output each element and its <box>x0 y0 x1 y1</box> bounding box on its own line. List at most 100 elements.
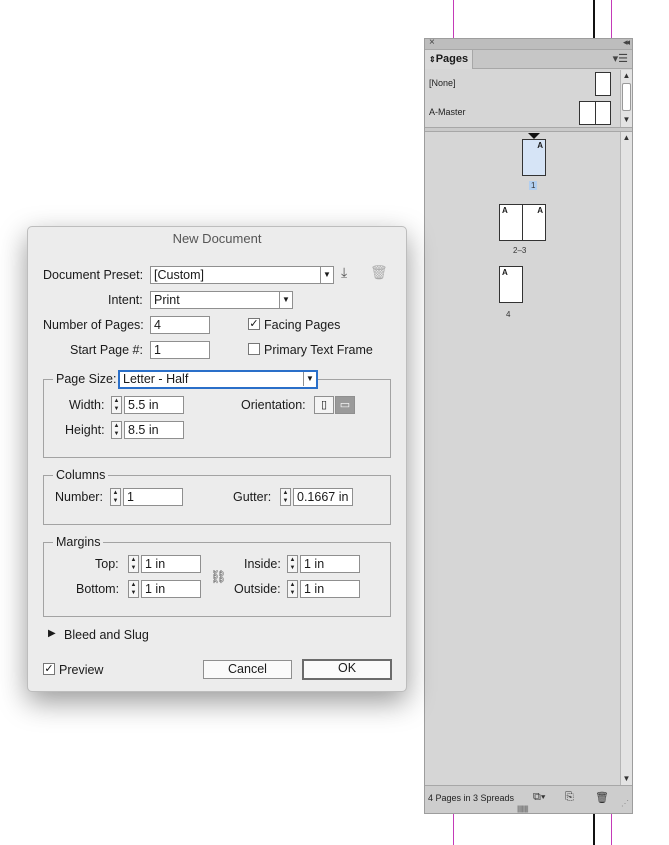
close-icon[interactable]: × <box>429 37 435 48</box>
master-a[interactable]: A-Master <box>425 99 619 127</box>
top-field[interactable]: 1 in <box>141 555 201 573</box>
master-label: A-Master <box>429 107 466 117</box>
bleed-slug-toggle[interactable]: Bleed and Slug <box>64 628 149 642</box>
intent-value: Print <box>154 293 180 307</box>
outside-field[interactable]: 1 in <box>300 580 360 598</box>
outside-label: Outside: <box>234 582 281 596</box>
master-none-thumb[interactable] <box>595 72 611 96</box>
page-2-thumb[interactable]: A <box>499 204 523 241</box>
outside-stepper[interactable]: ▲ ▼ <box>287 580 298 598</box>
scroll-down-icon[interactable]: ▼ <box>621 773 632 785</box>
page-1-thumb[interactable]: A <box>522 139 546 176</box>
new-page-icon[interactable]: ⎘ <box>565 791 574 804</box>
preset-select[interactable]: [Custom] ▼ <box>150 266 334 284</box>
portrait-icon[interactable]: ▯ <box>314 396 334 414</box>
height-field[interactable]: 8.5 in <box>124 421 184 439</box>
page-4-master: A <box>502 268 508 277</box>
sort-arrows-icon: ⇕ <box>429 55 436 64</box>
page-2-master: A <box>502 206 508 215</box>
start-page-field[interactable]: 1 <box>150 341 210 359</box>
page-size-value: Letter - Half <box>123 372 189 386</box>
number-label: Number: <box>55 490 103 504</box>
chevron-down-icon[interactable]: ▼ <box>279 292 292 308</box>
preset-label: Document Preset: <box>43 268 144 282</box>
disclosure-triangle-icon[interactable]: ▶ <box>48 628 56 639</box>
bottom-field[interactable]: 1 in <box>141 580 201 598</box>
landscape-icon[interactable]: ▭ <box>335 396 355 414</box>
facing-pages-label: Facing Pages <box>264 318 341 332</box>
scroll-up-icon[interactable]: ▲ <box>621 70 632 82</box>
ok-button[interactable]: OK <box>302 659 392 680</box>
primary-text-frame-label: Primary Text Frame <box>264 343 373 357</box>
gutter-stepper[interactable]: ▲ ▼ <box>280 488 291 506</box>
top-label: Top: <box>95 557 119 571</box>
page-1-number[interactable]: 1 <box>529 181 538 190</box>
page-4-thumb[interactable]: A <box>499 266 523 303</box>
margins-title: Margins <box>53 535 104 549</box>
page-3-master: A <box>537 206 543 215</box>
inside-label: Inside: <box>244 557 281 571</box>
panel-footer: 4 Pages in 3 Spreads ⧉▾ ⎘ 🗑 ||||||||||||… <box>425 785 632 813</box>
inside-stepper[interactable]: ▲ ▼ <box>287 555 298 573</box>
pages-area: A 1 A A 2–3 A 4 <box>425 132 619 786</box>
inside-field[interactable]: 1 in <box>300 555 360 573</box>
facing-pages-checkbox[interactable]: ✓ <box>248 318 260 330</box>
new-document-dialog: New Document Document Preset: [Custom] ▼… <box>27 226 407 692</box>
tab-pages[interactable]: ⇕Pages <box>425 50 473 69</box>
dialog-title: New Document <box>172 231 262 246</box>
width-field[interactable]: 5.5 in <box>124 396 184 414</box>
gutter-field[interactable]: 0.1667 in <box>293 488 353 506</box>
scroll-up-icon[interactable]: ▲ <box>621 132 632 144</box>
page-4-number[interactable]: 4 <box>506 310 510 319</box>
scroll-thumb[interactable] <box>622 83 631 111</box>
top-stepper[interactable]: ▲ ▼ <box>128 555 139 573</box>
masters-scrollbar[interactable]: ▲ ▼ <box>620 70 632 127</box>
page-1-master: A <box>537 141 543 150</box>
spread-2-3-number[interactable]: 2–3 <box>513 246 526 255</box>
number-stepper[interactable]: ▲ ▼ <box>110 488 121 506</box>
master-none[interactable]: [None] <box>425 70 619 98</box>
bottom-stepper[interactable]: ▲ ▼ <box>128 580 139 598</box>
masters-area: [None] A-Master <box>425 70 619 127</box>
master-spine <box>595 101 596 125</box>
tab-pages-label: Pages <box>435 53 469 65</box>
height-label: Height: <box>65 423 105 437</box>
panel-title-bar[interactable]: × ◂◂ <box>425 37 632 50</box>
page-3-thumb[interactable]: A <box>522 204 546 241</box>
master-label: [None] <box>429 78 456 88</box>
pages-scrollbar[interactable]: ▲ ▼ <box>620 132 632 786</box>
trash-icon[interactable]: 🗑 <box>595 791 609 804</box>
preset-value: [Custom] <box>154 268 205 282</box>
preview-checkbox[interactable]: ✓ <box>43 663 55 675</box>
resize-grip-icon[interactable]: ||||||||||||| <box>517 806 529 813</box>
pages-status: 4 Pages in 3 Spreads <box>428 793 515 803</box>
primary-text-frame-checkbox[interactable] <box>248 343 260 355</box>
chevron-down-icon[interactable]: ▼ <box>303 372 316 386</box>
corner-resize-icon[interactable]: ⋰ <box>621 799 629 808</box>
width-label: Width: <box>69 398 105 412</box>
intent-select[interactable]: Print ▼ <box>150 291 293 309</box>
edit-page-size-icon[interactable]: ⧉▾ <box>533 791 545 804</box>
number-field[interactable]: 1 <box>123 488 183 506</box>
delete-preset-icon[interactable]: 🗑 <box>370 264 388 281</box>
pages-panel: × ◂◂ ⇕Pages ▾☰ [None] A-Master ▲ ▼ A 1 A <box>424 37 633 814</box>
num-pages-field[interactable]: 4 <box>150 316 210 334</box>
scroll-down-icon[interactable]: ▼ <box>621 114 632 126</box>
intent-label: Intent: <box>108 293 143 307</box>
num-pages-label: Number of Pages: <box>43 318 144 332</box>
chevron-down-icon[interactable]: ▼ <box>320 267 333 283</box>
cancel-button[interactable]: Cancel <box>203 660 292 679</box>
bottom-label: Bottom: <box>76 582 120 596</box>
height-stepper[interactable]: ▲ ▼ <box>111 421 122 439</box>
chain-link-icon[interactable]: ⛓ <box>210 569 227 585</box>
gutter-label: Gutter: <box>233 490 272 504</box>
collapse-icon[interactable]: ◂◂ <box>623 37 630 48</box>
page-size-label: Page Size: <box>53 372 120 386</box>
save-preset-icon[interactable]: ⤓ <box>341 264 347 281</box>
width-stepper[interactable]: ▲ ▼ <box>111 396 122 414</box>
panel-tab-bar: ⇕Pages ▾☰ <box>425 50 632 69</box>
orientation-label: Orientation: <box>241 398 306 412</box>
panel-menu-icon[interactable]: ▾☰ <box>613 52 628 65</box>
page-size-select[interactable]: Letter - Half ▼ <box>118 370 318 389</box>
preview-label: Preview <box>59 663 104 677</box>
